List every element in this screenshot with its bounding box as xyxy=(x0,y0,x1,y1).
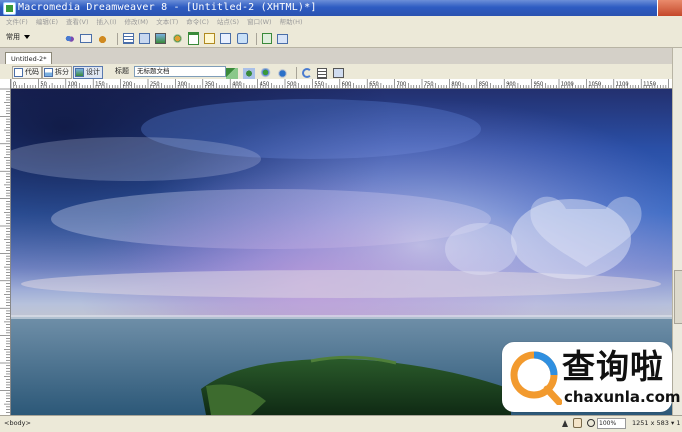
insert-tools xyxy=(64,32,291,45)
named-anchor-icon[interactable] xyxy=(97,33,109,44)
ruler-tick-label: 1000 xyxy=(561,82,574,88)
menu-edit[interactable]: 编辑(E) xyxy=(33,16,63,28)
window-title: Macromedia Dreamweaver 8 - [Untitled-2 (… xyxy=(18,2,317,13)
status-tools xyxy=(562,418,598,428)
preview-icon[interactable] xyxy=(260,67,272,79)
design-view-label: 设计 xyxy=(86,68,100,76)
image-icon[interactable] xyxy=(155,33,167,44)
view-options-icon[interactable] xyxy=(317,67,328,79)
layer-icon[interactable] xyxy=(139,33,151,44)
visual-aids-icon[interactable] xyxy=(332,68,344,78)
ruler-tick-label: 150 xyxy=(95,82,105,88)
ruler-tick-label: 850 xyxy=(479,82,489,88)
date-icon[interactable] xyxy=(187,32,199,45)
ruler-tick-label: 500 xyxy=(287,82,297,88)
zoom-select[interactable]: 100% xyxy=(597,418,626,429)
design-view-icon xyxy=(75,67,84,77)
ruler-tick-label: 250 xyxy=(150,82,160,88)
horizontal-ruler-scale: 0 50 100 150 200 250 300 350 400 450 500 550 600 650 7… xyxy=(10,79,669,88)
document-tools xyxy=(226,67,347,79)
ruler-tick-label: 650 xyxy=(369,82,379,88)
templates-icon[interactable] xyxy=(262,33,273,44)
ruler-tick-label: 750 xyxy=(424,82,434,88)
ruler-tick-label: 950 xyxy=(534,82,544,88)
vertical-scrollbar[interactable] xyxy=(672,48,682,420)
ruler-tick-label: 550 xyxy=(314,82,324,88)
watermark-brand-cn: 查询啦 xyxy=(562,347,664,386)
split-view-label: 拆分 xyxy=(55,68,69,76)
insert-bar: 常用 xyxy=(0,28,682,48)
title-label: 标题 xyxy=(115,67,129,75)
zoom-tool-icon[interactable] xyxy=(587,419,596,427)
menu-file[interactable]: 文件(F) xyxy=(3,16,33,28)
document-toolbar: 代码 拆分 设计 标题 xyxy=(0,64,672,80)
menu-text[interactable]: 文本(T) xyxy=(153,16,183,28)
ruler-tick-label: 1100 xyxy=(616,82,629,88)
ruler-tick-label: 600 xyxy=(342,82,352,88)
title-bar: Macromedia Dreamweaver 8 - [Untitled-2 (… xyxy=(0,0,682,16)
watermark-brand-en: chaxunla.com xyxy=(564,388,681,406)
ruler-tick-label: 800 xyxy=(451,82,461,88)
ruler-tick-label: 700 xyxy=(397,82,407,88)
window-control-button[interactable] xyxy=(657,0,682,16)
status-bar: <body> 100% 1251 x 583 ▾ 1 xyxy=(0,415,682,432)
select-tool-icon[interactable] xyxy=(562,419,568,427)
vertical-ruler-scale xyxy=(0,88,10,413)
tag-selector[interactable]: <body> xyxy=(4,418,31,428)
ruler-tick-label: 350 xyxy=(205,82,215,88)
ruler-tick-label: 300 xyxy=(177,82,187,88)
ruler-tick-label: 0 xyxy=(13,82,16,88)
code-view-button[interactable]: 代码 xyxy=(12,66,42,79)
refresh-icon[interactable] xyxy=(302,68,313,78)
dropdown-arrow-icon xyxy=(24,35,30,39)
toolbar-separator xyxy=(255,32,257,45)
document-window-frame xyxy=(0,48,682,65)
tag-chooser-icon[interactable] xyxy=(236,33,248,44)
file-management-icon[interactable] xyxy=(243,67,256,79)
email-link-icon[interactable] xyxy=(80,34,93,43)
tag-chooser-icon[interactable] xyxy=(277,33,289,44)
code-view-icon xyxy=(14,67,23,77)
menu-site[interactable]: 站点(S) xyxy=(214,16,244,28)
templates-icon[interactable] xyxy=(220,33,232,44)
preview-icon[interactable] xyxy=(276,67,288,79)
comment-icon[interactable] xyxy=(204,33,216,44)
validate-icon[interactable] xyxy=(226,67,238,79)
code-view-label: 代码 xyxy=(25,68,39,76)
search-logo-icon xyxy=(510,351,562,405)
ruler-tick-label: 1150 xyxy=(643,82,656,88)
menu-commands[interactable]: 命令(C) xyxy=(183,16,214,28)
hand-tool-icon[interactable] xyxy=(573,418,583,428)
app-icon[interactable] xyxy=(3,2,16,15)
menu-window[interactable]: 窗口(W) xyxy=(244,16,277,28)
hyperlink-icon[interactable] xyxy=(64,33,75,44)
insert-category-dropdown[interactable]: 常用 xyxy=(4,31,32,44)
scrollbar-thumb[interactable] xyxy=(674,270,682,324)
design-view-button[interactable]: 设计 xyxy=(73,66,103,79)
toolbar-separator xyxy=(295,67,297,79)
horizontal-ruler: 0 50 100 150 200 250 300 350 400 450 500 550 600 650 7… xyxy=(10,79,672,89)
window-size[interactable]: 1251 x 583 ▾ 1 xyxy=(632,418,680,428)
toolbar-separator xyxy=(116,32,118,45)
menu-modify[interactable]: 修改(M) xyxy=(122,16,154,28)
menu-view[interactable]: 查看(V) xyxy=(63,16,94,28)
ruler-tick-label: 900 xyxy=(506,82,516,88)
menu-help[interactable]: 帮助(H) xyxy=(277,16,308,28)
vertical-ruler xyxy=(0,79,11,415)
ruler-tick-label: 1050 xyxy=(588,82,601,88)
split-view-icon xyxy=(44,67,53,77)
ruler-tick-label: 200 xyxy=(123,82,133,88)
ruler-tick-label: 400 xyxy=(232,82,242,88)
ruler-tick-label: 100 xyxy=(68,82,78,88)
table-icon[interactable] xyxy=(122,33,134,44)
split-view-button[interactable]: 拆分 xyxy=(42,66,72,79)
ruler-tick-label: 50 xyxy=(40,82,46,88)
ruler-tick-label: 450 xyxy=(260,82,270,88)
insert-category-label: 常用 xyxy=(6,33,20,41)
menu-insert[interactable]: 插入(I) xyxy=(94,16,122,28)
watermark-badge: 查询啦 chaxunla.com xyxy=(502,342,681,412)
media-icon[interactable] xyxy=(171,33,183,44)
document-title-input[interactable] xyxy=(134,66,226,77)
